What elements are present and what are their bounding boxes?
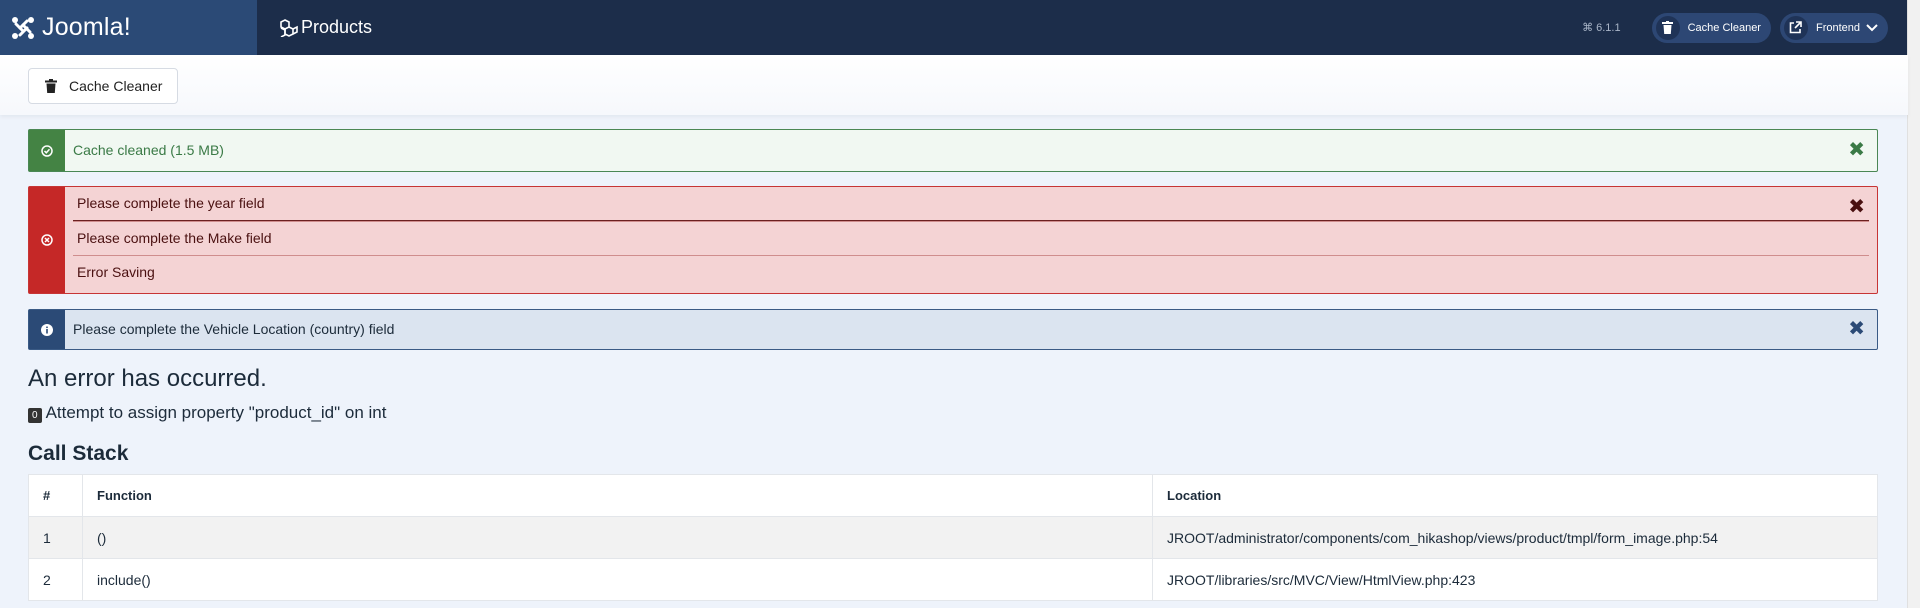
error-title: An error has occurred. — [28, 365, 267, 392]
logo-text: Joomla! — [42, 13, 131, 41]
success-alert: Cache cleaned (1.5 MB) ✖ — [28, 129, 1878, 172]
error-message: Please complete the year field — [73, 187, 1869, 221]
x-circle-icon — [41, 234, 53, 246]
info-alert: Please complete the Vehicle Location (co… — [28, 309, 1878, 350]
column-header-number: # — [28, 474, 83, 517]
header-cache-cleaner-button[interactable]: Cache Cleaner — [1651, 12, 1771, 43]
close-icon[interactable]: ✖ — [1848, 319, 1865, 339]
error-message: Please complete the Make field — [73, 221, 1869, 255]
joomla-logo-icon — [12, 16, 34, 39]
chevron-down-icon — [1866, 23, 1878, 31]
external-link-icon — [1790, 21, 1803, 34]
table-row: 2 include() JROOT/libraries/src/MVC/View… — [28, 558, 1878, 601]
cache-cleaner-button[interactable]: Cache Cleaner — [28, 68, 178, 104]
frontend-label: Frontend — [1815, 21, 1860, 34]
cubes-icon — [280, 18, 298, 37]
frontend-button[interactable]: Frontend — [1779, 12, 1888, 43]
info-circle-icon — [41, 323, 53, 336]
joomla-logo[interactable]: Joomla! — [0, 0, 257, 55]
page-scrollbar[interactable] — [1907, 0, 1920, 608]
error-alert: Please complete the year field Please co… — [28, 186, 1878, 294]
error-message-text: Attempt to assign property "product_id" … — [45, 403, 387, 422]
info-message: Please complete the Vehicle Location (co… — [73, 321, 395, 337]
row-location: JROOT/administrator/components/com_hikas… — [1152, 516, 1878, 559]
call-stack-title: Call Stack — [28, 442, 129, 465]
error-detail: 0 Attempt to assign property "product_id… — [28, 403, 386, 423]
row-function: () — [82, 516, 1153, 559]
page-title-area: Products — [279, 17, 372, 38]
column-header-function: Function — [82, 474, 1153, 517]
success-message: Cache cleaned (1.5 MB) — [73, 142, 224, 158]
close-icon[interactable]: ✖ — [1848, 197, 1865, 217]
version-text: 6.1.1 — [1596, 21, 1621, 34]
column-header-location: Location — [1152, 474, 1878, 517]
table-row: 1 () JROOT/administrator/components/com_… — [28, 516, 1878, 559]
trash-icon — [45, 79, 57, 93]
header-cache-cleaner-label: Cache Cleaner — [1687, 21, 1761, 34]
page-title: Products — [301, 17, 373, 37]
cache-cleaner-label: Cache Cleaner — [69, 78, 163, 94]
row-function: include() — [82, 558, 1153, 601]
command-icon: ⌘ — [1582, 22, 1594, 34]
check-circle-icon — [41, 144, 53, 157]
call-stack-table: # Function Location 1 () JROOT/administr… — [28, 474, 1878, 601]
version-badge: ⌘ 6.1.1 — [1582, 21, 1621, 35]
row-number: 2 — [28, 558, 83, 601]
close-icon[interactable]: ✖ — [1848, 140, 1865, 160]
error-code-badge: 0 — [28, 407, 42, 423]
row-number: 1 — [28, 516, 83, 559]
table-header-row: # Function Location — [28, 474, 1878, 517]
row-location: JROOT/libraries/src/MVC/View/HtmlView.ph… — [1152, 558, 1878, 601]
toolbar: Cache Cleaner — [0, 55, 1908, 115]
trash-icon — [1662, 21, 1674, 34]
error-message: Error Saving — [73, 255, 1869, 289]
top-header: Joomla! Products ⌘ 6.1.1 Cache Cleaner F… — [0, 0, 1908, 55]
